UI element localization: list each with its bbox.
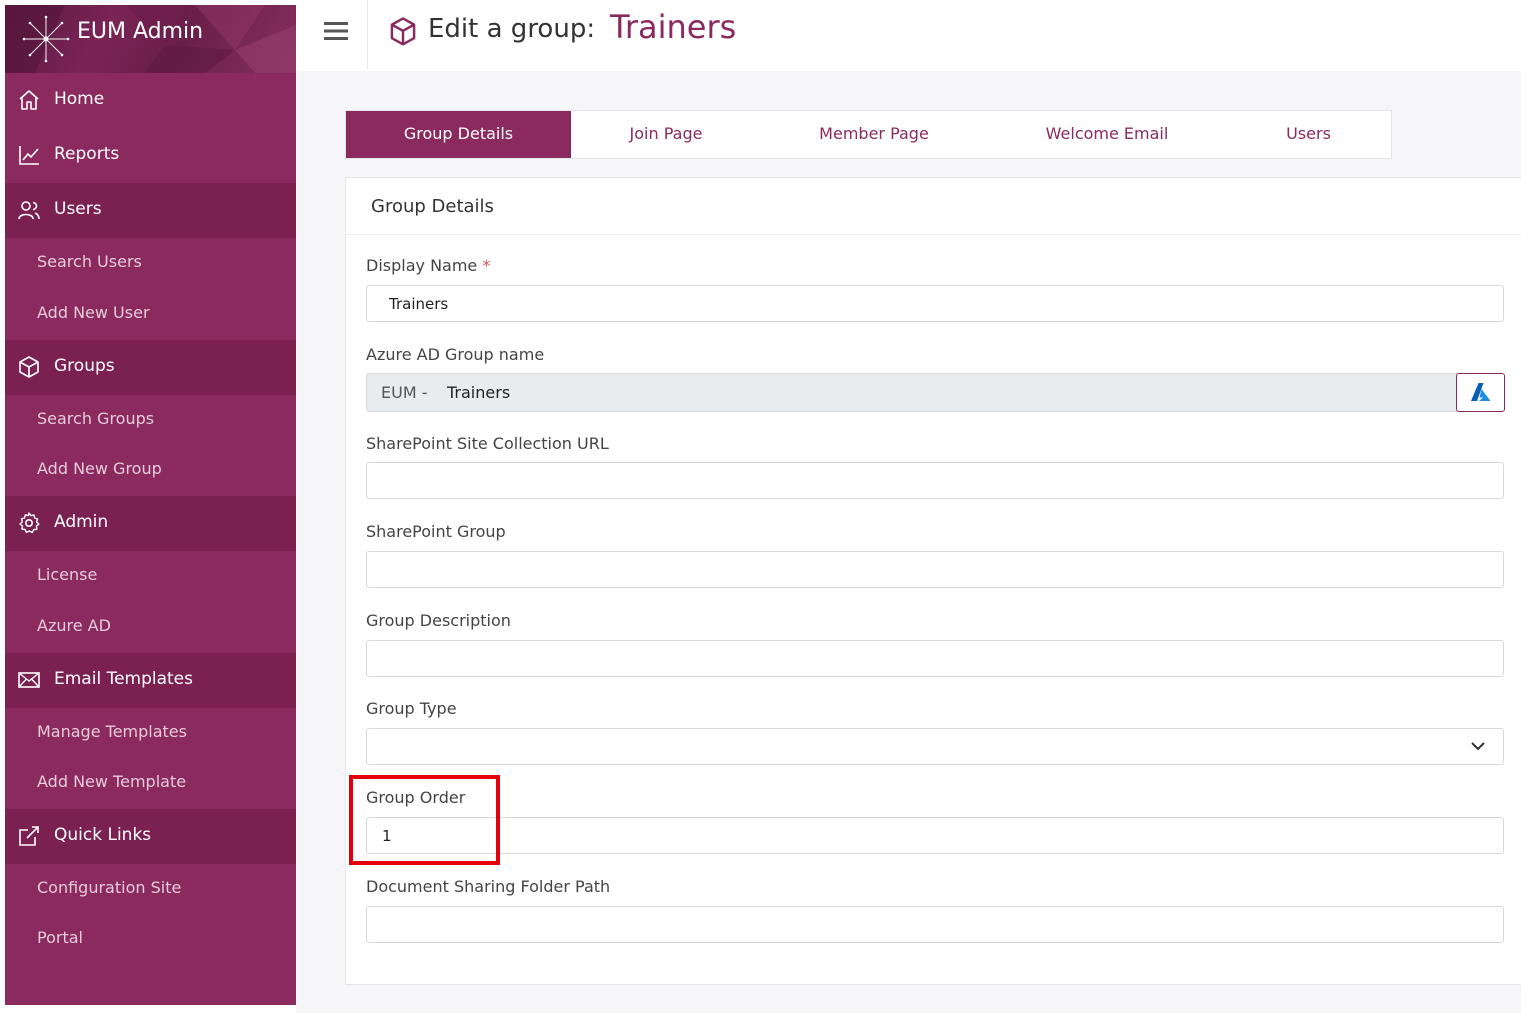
group-order-label: Group Order: [366, 788, 466, 807]
azure-group-field: EUM - Trainers: [366, 373, 1505, 412]
sidebar-item-manage-templates[interactable]: Manage Templates: [5, 708, 296, 758]
azure-ad-button[interactable]: [1456, 373, 1505, 412]
sidebar-item-quick-links[interactable]: Quick Links: [5, 809, 296, 864]
sidebar-item-label: Email Templates: [54, 669, 193, 689]
sharepoint-url-input[interactable]: [366, 462, 1504, 499]
page-title-prefix: Edit a group:: [428, 14, 596, 44]
sidebar-item-home[interactable]: Home: [5, 73, 296, 128]
sidebar-item-label: Quick Links: [54, 825, 152, 845]
tab-member-page[interactable]: Member Page: [761, 111, 988, 158]
sidebar-item-add-new-group[interactable]: Add New Group: [5, 445, 296, 495]
hamburger-menu-icon[interactable]: [323, 18, 349, 44]
card-title: Group Details: [371, 196, 494, 217]
required-marker: *: [482, 256, 491, 275]
brand-header: EUM Admin: [5, 5, 296, 73]
sidebar-item-label: Users: [54, 199, 102, 219]
eum-logo-icon: [22, 15, 70, 63]
group-type-select[interactable]: [366, 728, 1504, 765]
display-name-label: Display Name *: [366, 256, 490, 275]
page-title-group-name: Trainers: [610, 8, 737, 46]
sidebar-subitem-label: Manage Templates: [37, 722, 187, 741]
card-header: Group Details: [346, 178, 1521, 235]
sidebar-item-add-new-template[interactable]: Add New Template: [5, 758, 296, 808]
sharepoint-group-label: SharePoint Group: [366, 522, 506, 541]
sidebar-item-email-templates[interactable]: Email Templates: [5, 653, 296, 708]
sidebar-subitem-label: Search Groups: [37, 409, 155, 428]
sidebar-item-configuration-site[interactable]: Configuration Site: [5, 864, 296, 914]
home-icon: [19, 90, 39, 110]
sidebar-item-azure-ad[interactable]: Azure AD: [5, 602, 296, 652]
sidebar-item-users[interactable]: Users: [5, 183, 296, 238]
sidebar-item-reports[interactable]: Reports: [5, 128, 296, 183]
sidebar-subitem-label: Add New User: [37, 303, 150, 322]
group-description-label: Group Description: [366, 611, 511, 630]
sidebar-item-label: Groups: [54, 356, 115, 376]
sidebar-item-portal[interactable]: Portal: [5, 914, 296, 964]
header-divider: [367, 0, 368, 70]
tab-users[interactable]: Users: [1227, 111, 1390, 158]
sidebar-subitem-label: Search Users: [37, 252, 142, 271]
tab-group-details[interactable]: Group Details: [346, 111, 572, 158]
display-name-input[interactable]: [366, 285, 1504, 322]
azure-icon: [1471, 383, 1491, 401]
sidebar: EUM Admin Home Reports Users Search User…: [5, 5, 296, 1005]
azure-group-value: Trainers: [447, 383, 511, 402]
sidebar-subitem-label: Configuration Site: [37, 878, 182, 897]
sidebar-subitem-label: Portal: [37, 928, 83, 947]
group-order-input[interactable]: [366, 817, 1504, 854]
sidebar-item-search-users[interactable]: Search Users: [5, 238, 296, 288]
sidebar-subitem-label: Add New Template: [37, 772, 187, 791]
page-header: Edit a group: Trainers: [296, 0, 1521, 72]
tab-bar: Group Details Join Page Member Page Welc…: [345, 110, 1392, 159]
azure-group-prefix: EUM -: [381, 383, 428, 402]
sharepoint-url-label: SharePoint Site Collection URL: [366, 434, 609, 453]
envelope-icon: [18, 672, 40, 688]
main-content: Group Details Join Page Member Page Welc…: [296, 71, 1521, 1013]
sidebar-item-label: Reports: [54, 144, 120, 164]
external-link-icon: [19, 826, 39, 846]
chevron-down-icon: [1471, 742, 1485, 751]
sidebar-item-label: Home: [54, 89, 105, 109]
sidebar-subitem-label: Add New Group: [37, 459, 162, 478]
sidebar-item-groups[interactable]: Groups: [5, 340, 296, 395]
sidebar-subitem-label: Azure AD: [37, 616, 111, 635]
tab-welcome-email[interactable]: Welcome Email: [987, 111, 1228, 158]
sidebar-item-admin[interactable]: Admin: [5, 496, 296, 551]
group-details-card: Group Details Display Name * Azure AD Gr…: [345, 177, 1521, 985]
sidebar-item-label: Admin: [54, 512, 109, 532]
box-icon: [19, 356, 39, 378]
box-icon: [390, 17, 416, 46]
sidebar-item-add-new-user[interactable]: Add New User: [5, 289, 296, 339]
gear-icon: [19, 512, 40, 534]
sidebar-subitem-label: License: [37, 565, 98, 584]
sidebar-item-license[interactable]: License: [5, 551, 296, 601]
folder-path-input[interactable]: [366, 906, 1504, 943]
app-title: EUM Admin: [77, 19, 204, 44]
chart-line-icon: [19, 146, 39, 165]
display-name-label-text: Display Name: [366, 256, 478, 275]
group-description-input[interactable]: [366, 640, 1504, 677]
sharepoint-group-input[interactable]: [366, 551, 1504, 588]
folder-path-label: Document Sharing Folder Path: [366, 877, 611, 896]
azure-group-label: Azure AD Group name: [366, 345, 545, 364]
tab-join-page[interactable]: Join Page: [571, 111, 762, 158]
sidebar-item-search-groups[interactable]: Search Groups: [5, 395, 296, 445]
users-icon: [18, 201, 40, 220]
group-type-label: Group Type: [366, 699, 457, 718]
